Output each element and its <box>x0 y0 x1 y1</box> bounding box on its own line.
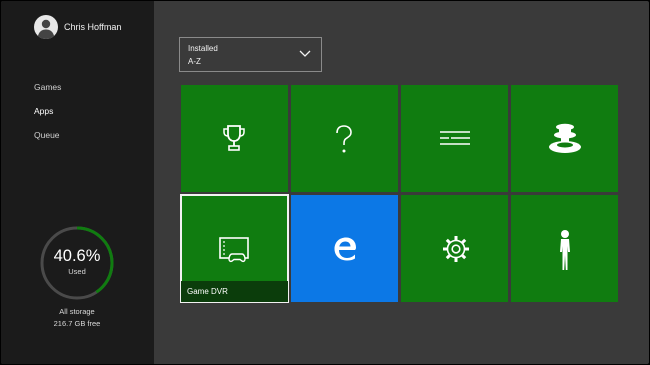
app-tile-edge[interactable] <box>291 195 398 302</box>
app-tile-list[interactable] <box>401 85 508 192</box>
tile-caption-game-dvr: Game DVR <box>181 281 288 302</box>
app-tile-achievements[interactable] <box>181 85 288 192</box>
storage-scope-label: All storage <box>59 307 95 316</box>
sidebar-nav: Games Apps Queue <box>34 81 61 153</box>
user-profile[interactable]: Chris Hoffman <box>34 15 121 39</box>
storage-used-label: Used <box>68 267 86 276</box>
person-silhouette-icon <box>34 15 58 39</box>
avatar-figure-icon <box>560 230 570 270</box>
app-tile-avatar[interactable] <box>511 195 618 302</box>
sidebar: Chris Hoffman Games Apps Queue 40.6% Use… <box>1 1 154 364</box>
app-tile-accessories[interactable] <box>511 85 618 192</box>
sort-filter-label: Installed <box>188 44 218 53</box>
app-tile-settings[interactable] <box>401 195 508 302</box>
user-name: Chris Hoffman <box>64 22 122 32</box>
nav-item-apps[interactable]: Apps <box>34 105 61 129</box>
chevron-down-icon <box>299 50 311 57</box>
sort-order-value: A-Z <box>188 57 201 66</box>
trophy-icon <box>223 125 245 151</box>
storage-percent: 40.6% <box>53 247 101 265</box>
storage-free: 216.7 GB free <box>53 319 101 328</box>
sort-filter-dropdown[interactable]: Installed A-Z <box>179 37 322 72</box>
settings-gear-icon <box>443 236 469 262</box>
edge-browser-icon <box>334 237 356 261</box>
app-tile-help[interactable] <box>291 85 398 192</box>
nav-item-queue[interactable]: Queue <box>34 129 61 153</box>
xbox-apps-screen: Chris Hoffman Games Apps Queue 40.6% Use… <box>1 1 649 364</box>
list-lines-icon <box>440 131 470 145</box>
help-question-icon <box>336 125 352 153</box>
app-tile-game-dvr[interactable]: Game DVR <box>180 194 289 303</box>
game-dvr-icon <box>219 237 249 263</box>
controller-stand-icon <box>549 123 581 153</box>
nav-item-games[interactable]: Games <box>34 81 61 105</box>
